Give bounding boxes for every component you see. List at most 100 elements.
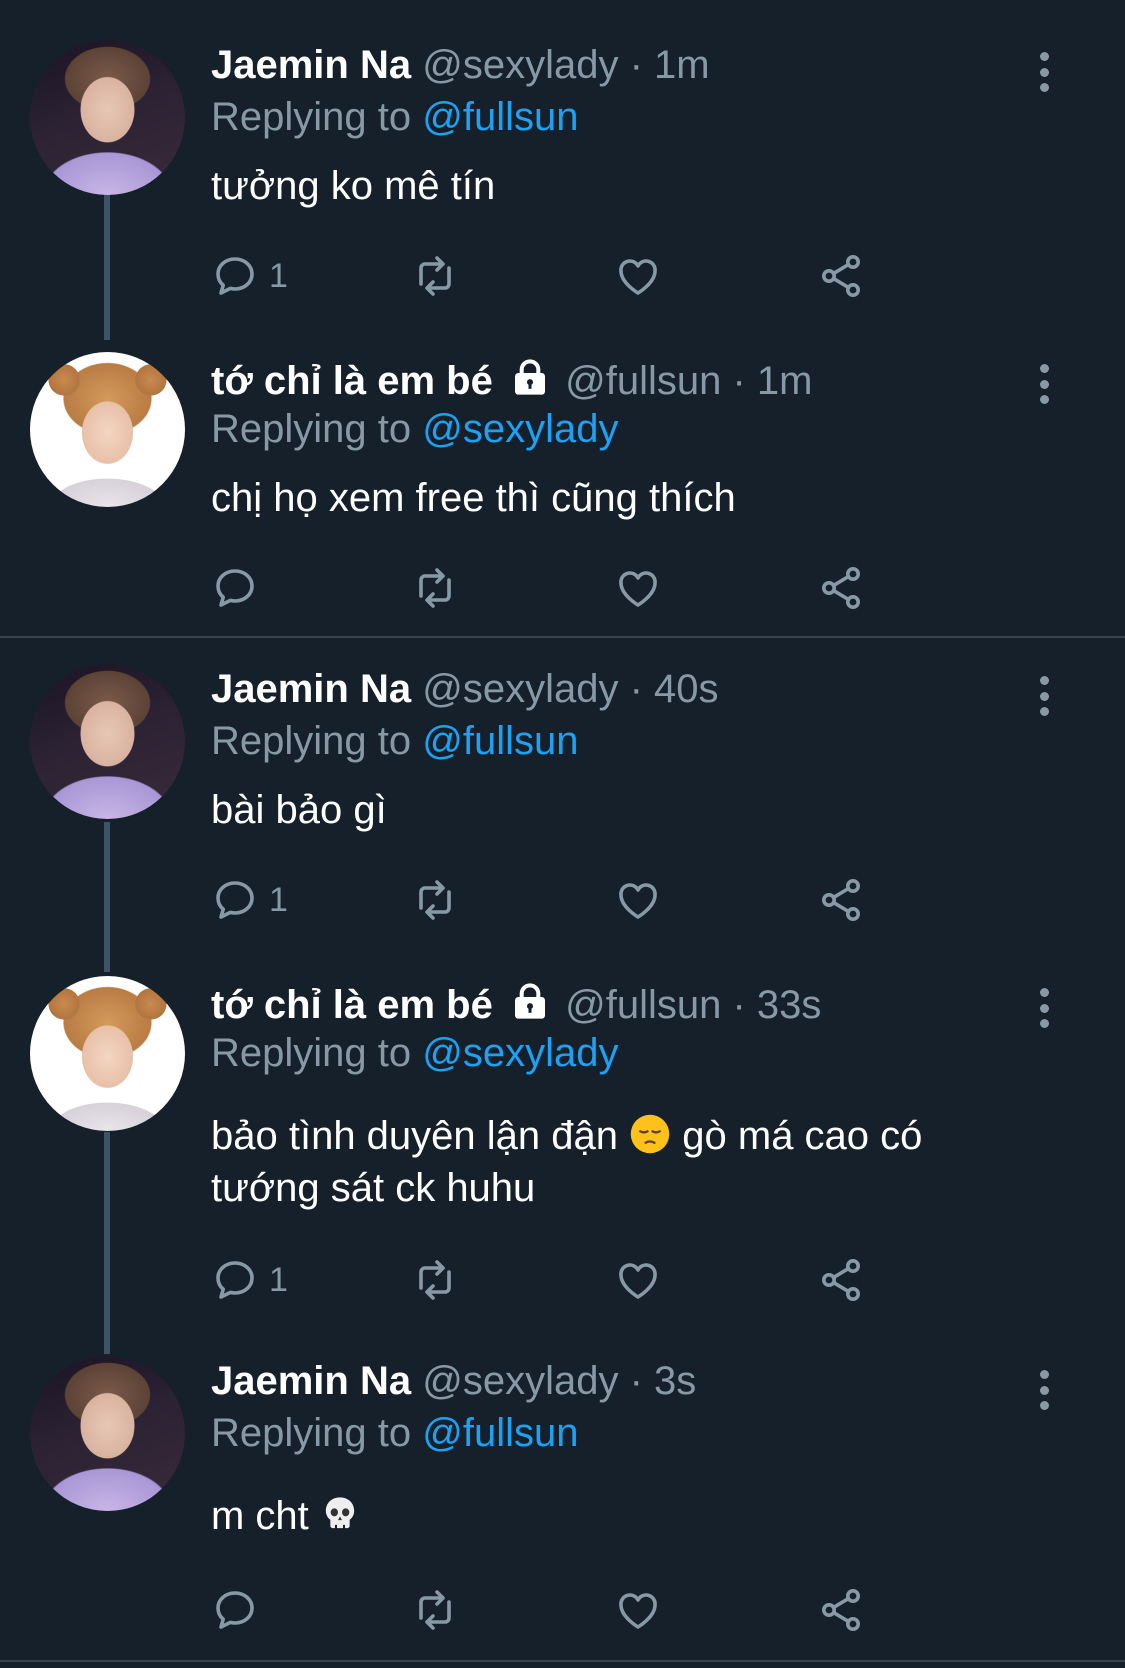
retweet-button[interactable] (411, 250, 459, 302)
reply-to-handle[interactable]: @sexylady (422, 407, 618, 451)
heart-icon (619, 1263, 657, 1299)
reply-icon (216, 257, 254, 295)
heart-icon (619, 1593, 657, 1629)
display-name[interactable]: tớ chỉ là em bé (211, 359, 493, 403)
share-icon (822, 567, 860, 609)
lock-icon (514, 359, 545, 395)
separator: · (629, 1359, 643, 1403)
reply-to-handle[interactable]: @fullsun (422, 1411, 578, 1455)
avatar[interactable] (30, 352, 185, 507)
retweet-icon (419, 1260, 451, 1300)
replying-to: Replying to @fullsun (211, 94, 578, 140)
handle[interactable]: @sexylady (422, 43, 618, 87)
tweet-text: tưởng ko mê tín (211, 164, 496, 208)
tweet-text: m cht (211, 1490, 1011, 1542)
avatar[interactable] (30, 40, 185, 195)
retweet-icon (419, 880, 451, 920)
tweet-text: chị họ xem free thì cũng thích (211, 476, 736, 520)
handle[interactable]: @fullsun (565, 983, 721, 1027)
reply-icon (216, 881, 254, 919)
share-icon (822, 1259, 860, 1301)
reply-button[interactable] (211, 1584, 269, 1636)
reply-count: 1 (269, 1260, 288, 1299)
tweet-header: Jaemin Na @sexylady · 1m (211, 42, 710, 88)
share-icon (822, 879, 860, 921)
more-vertical-icon[interactable] (1030, 356, 1058, 412)
thread-divider (0, 636, 1125, 638)
display-name[interactable]: Jaemin Na (211, 667, 411, 711)
tweet-header: tớ chỉ là em bé @fullsun · 1m (211, 358, 813, 404)
more-vertical-icon[interactable] (1030, 980, 1058, 1036)
display-name[interactable]: Jaemin Na (211, 43, 411, 87)
more-vertical-icon[interactable] (1030, 1362, 1058, 1418)
replying-to-label: Replying to (211, 1411, 412, 1455)
like-button[interactable] (614, 562, 662, 614)
reply-to-handle[interactable]: @fullsun (422, 95, 578, 139)
reply-button[interactable]: 1 (211, 1254, 288, 1306)
separator: · (732, 359, 746, 403)
pensive-face-icon (630, 1114, 670, 1154)
separator: · (732, 983, 746, 1027)
retweet-button[interactable] (411, 1254, 459, 1306)
replying-to-label: Replying to (211, 1031, 412, 1075)
reply-button[interactable]: 1 (211, 874, 288, 926)
timestamp[interactable]: 1m (757, 359, 813, 403)
handle[interactable]: @sexylady (422, 1359, 618, 1403)
replying-to-label: Replying to (211, 719, 412, 763)
like-button[interactable] (614, 874, 662, 926)
avatar[interactable] (30, 664, 185, 819)
handle[interactable]: @sexylady (422, 667, 618, 711)
reply-to-handle[interactable]: @fullsun (422, 719, 578, 763)
retweet-button[interactable] (411, 874, 459, 926)
thread-line (104, 190, 110, 340)
heart-icon (619, 571, 657, 607)
heart-icon (619, 883, 657, 919)
action-bar: 1 (211, 874, 971, 926)
share-button[interactable] (817, 874, 865, 926)
retweet-icon (419, 568, 451, 608)
timestamp[interactable]: 3s (654, 1359, 696, 1403)
display-name[interactable]: tớ chỉ là em bé (211, 983, 493, 1027)
more-vertical-icon[interactable] (1030, 44, 1058, 100)
reply-count: 1 (269, 256, 288, 295)
reply-icon (216, 569, 254, 607)
tweet-header: tớ chỉ là em bé @fullsun · 33s (211, 982, 821, 1028)
retweet-button[interactable] (411, 1584, 459, 1636)
retweet-icon (419, 256, 451, 296)
replying-to: Replying to @fullsun (211, 718, 578, 764)
tweet-text: bài bảo gì (211, 788, 387, 832)
reply-button[interactable]: 1 (211, 250, 288, 302)
retweet-icon (419, 1590, 451, 1630)
like-button[interactable] (614, 1254, 662, 1306)
separator: · (629, 667, 643, 711)
timestamp[interactable]: 1m (654, 43, 710, 87)
more-vertical-icon[interactable] (1030, 668, 1058, 724)
share-button[interactable] (817, 562, 865, 614)
avatar[interactable] (30, 976, 185, 1131)
like-button[interactable] (614, 250, 662, 302)
like-button[interactable] (614, 1584, 662, 1636)
reply-button[interactable] (211, 562, 269, 614)
thread-line (104, 822, 110, 972)
share-button[interactable] (817, 1584, 865, 1636)
bottom-divider (0, 1660, 1125, 1662)
avatar[interactable] (30, 1356, 185, 1511)
lock-icon (514, 983, 545, 1019)
share-button[interactable] (817, 1254, 865, 1306)
replying-to: Replying to @sexylady (211, 1030, 618, 1076)
replying-to-label: Replying to (211, 95, 412, 139)
reply-to-handle[interactable]: @sexylady (422, 1031, 618, 1075)
retweet-button[interactable] (411, 562, 459, 614)
share-button[interactable] (817, 250, 865, 302)
replying-to: Replying to @sexylady (211, 406, 618, 452)
heart-icon (619, 259, 657, 295)
tweet-text: bảo tình duyên lận đận gò má cao có tướn… (211, 1110, 1011, 1214)
tweet-text-part: bảo tình duyên lận đận (211, 1114, 619, 1158)
timestamp[interactable]: 33s (757, 983, 822, 1027)
timestamp[interactable]: 40s (654, 667, 719, 711)
replying-to-label: Replying to (211, 407, 412, 451)
replying-to: Replying to @fullsun (211, 1410, 578, 1456)
display-name[interactable]: Jaemin Na (211, 1359, 411, 1403)
handle[interactable]: @fullsun (565, 359, 721, 403)
share-icon (822, 255, 860, 297)
